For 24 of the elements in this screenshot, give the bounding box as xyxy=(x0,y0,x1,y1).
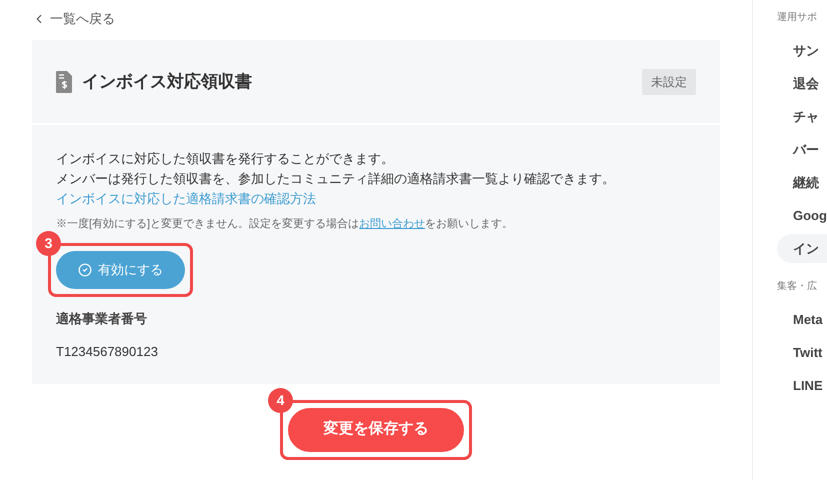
sidebar-item[interactable]: Twitt xyxy=(777,338,827,367)
sidebar-item[interactable]: イン xyxy=(777,234,827,263)
note-text: ※一度[有効にする]と変更できません。設定を変更する場合はお問い合わせをお願いします。 xyxy=(56,216,514,232)
sidebar-item[interactable]: 継続 xyxy=(777,168,827,197)
sidebar-item[interactable]: Meta xyxy=(777,305,827,334)
sidebar-item[interactable]: サン xyxy=(777,36,827,65)
back-link[interactable]: 一覧へ戻る xyxy=(32,10,720,28)
sidebar-heading: 集客・広 xyxy=(777,280,818,294)
sidebar-heading: 運用サポ xyxy=(777,11,818,25)
status-badge: 未設定 xyxy=(642,68,696,94)
sidebar-item[interactable]: チャ xyxy=(777,102,827,131)
check-circle-icon xyxy=(78,262,92,276)
sidebar-item[interactable]: バー xyxy=(777,135,827,164)
step-number: 4 xyxy=(268,388,293,412)
step-number: 3 xyxy=(36,230,61,256)
description-text: メンバーは発行した領収書を、参加したコミュニティ詳細の適格請求書一覧より確認できます。 xyxy=(56,170,616,188)
sidebar-item[interactable]: Goog xyxy=(777,201,827,230)
sidebar-item[interactable]: LINE xyxy=(777,371,827,400)
field-value: T1234567890123 xyxy=(56,343,159,361)
description-text: インボイスに対応した領収書を発行することができます。 xyxy=(56,150,395,168)
sidebar-item[interactable]: 退会 xyxy=(777,69,827,98)
card-title: インボイス対応領収書 xyxy=(82,70,252,93)
invoice-document-icon xyxy=(56,70,72,92)
field-label: 適格事業者番号 xyxy=(56,310,148,328)
